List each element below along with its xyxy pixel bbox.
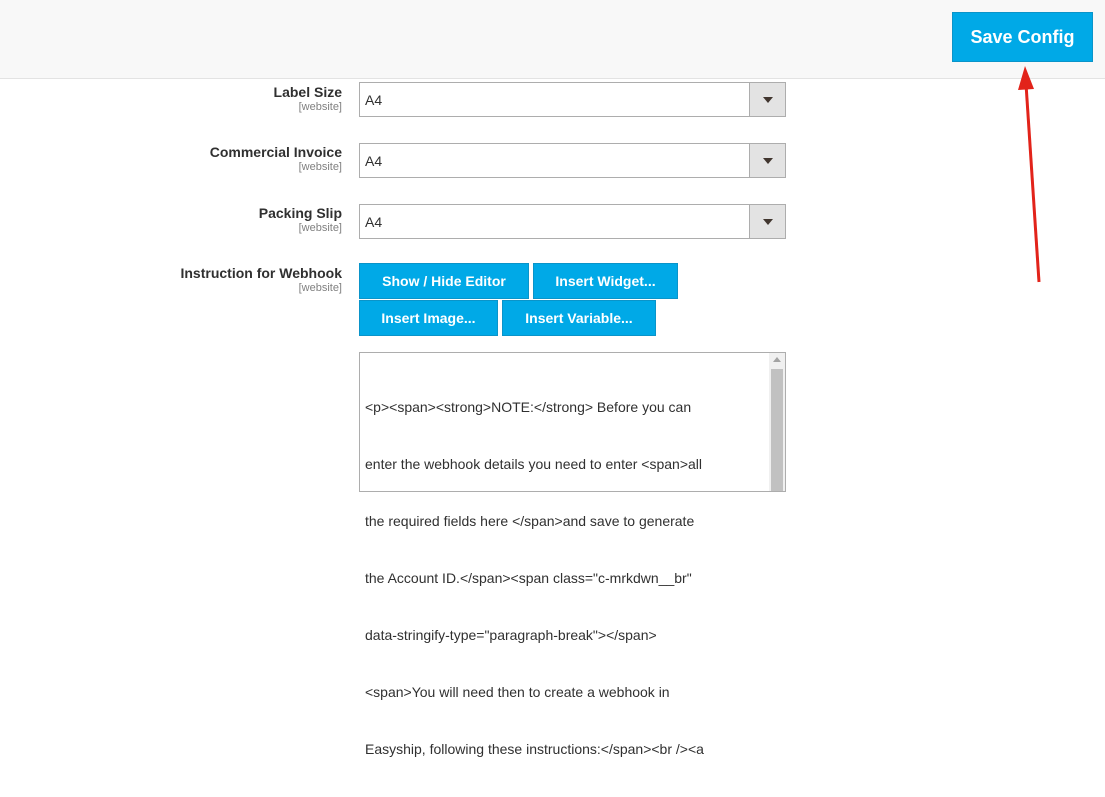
- label-size-scope: [website]: [298, 101, 342, 113]
- editor-line: <p><span><strong>NOTE:</strong> Before y…: [365, 399, 692, 415]
- insert-widget-button[interactable]: Insert Widget...: [533, 263, 678, 299]
- packing-slip-dropdown-toggle[interactable]: [749, 205, 785, 238]
- packing-slip-select[interactable]: A4: [359, 204, 786, 239]
- editor-line: the required fields here </span>and save…: [365, 513, 695, 529]
- webhook-instruction-scope: [website]: [298, 282, 342, 294]
- save-config-button[interactable]: Save Config: [952, 12, 1093, 62]
- insert-image-button[interactable]: Insert Image...: [359, 300, 498, 336]
- field-label-webhook-instruction: Instruction for Webhook [website]: [180, 265, 342, 294]
- webhook-instruction-editor[interactable]: <p><span><strong>NOTE:</strong> Before y…: [359, 352, 786, 757]
- editor-content[interactable]: <p><span><strong>NOTE:</strong> Before y…: [365, 360, 765, 797]
- field-label-commercial-invoice: Commercial Invoice [website]: [210, 144, 342, 173]
- packing-slip-label: Packing Slip: [258, 205, 342, 221]
- chevron-down-icon: [763, 97, 773, 103]
- label-size-select[interactable]: A4: [359, 82, 786, 117]
- chevron-down-icon: [763, 158, 773, 164]
- page-actions-bar: Save Config: [0, 0, 1105, 79]
- label-size-label: Label Size: [273, 84, 342, 100]
- commercial-invoice-value: A4: [365, 153, 383, 169]
- packing-slip-scope: [website]: [298, 222, 342, 234]
- editor-line: the Account ID.</span><span class="c-mrk…: [365, 570, 692, 586]
- editor-line: <span>You will need then to create a web…: [365, 684, 670, 700]
- show-hide-editor-button[interactable]: Show / Hide Editor: [359, 263, 529, 299]
- field-label-label-size: Label Size [website]: [274, 84, 342, 113]
- webhook-instruction-label: Instruction for Webhook: [180, 265, 342, 281]
- editor-scroll-thumb[interactable]: [771, 369, 783, 491]
- field-label-packing-slip: Packing Slip [website]: [259, 205, 342, 234]
- scroll-up-icon[interactable]: [773, 357, 781, 362]
- commercial-invoice-scope: [website]: [298, 161, 342, 173]
- editor-line: data-stringify-type="paragraph-break"></…: [365, 627, 657, 643]
- editor-line: enter the webhook details you need to en…: [365, 456, 703, 472]
- packing-slip-value: A4: [365, 214, 383, 230]
- insert-variable-button[interactable]: Insert Variable...: [502, 300, 656, 336]
- commercial-invoice-label: Commercial Invoice: [209, 144, 342, 160]
- commercial-invoice-select[interactable]: A4: [359, 143, 786, 178]
- editor-scrollbar[interactable]: [769, 353, 785, 491]
- label-size-value: A4: [365, 92, 383, 108]
- editor-line: Easyship, following these instructions:<…: [365, 741, 704, 757]
- chevron-down-icon: [763, 219, 773, 225]
- label-size-dropdown-toggle[interactable]: [749, 83, 785, 116]
- commercial-invoice-dropdown-toggle[interactable]: [749, 144, 785, 177]
